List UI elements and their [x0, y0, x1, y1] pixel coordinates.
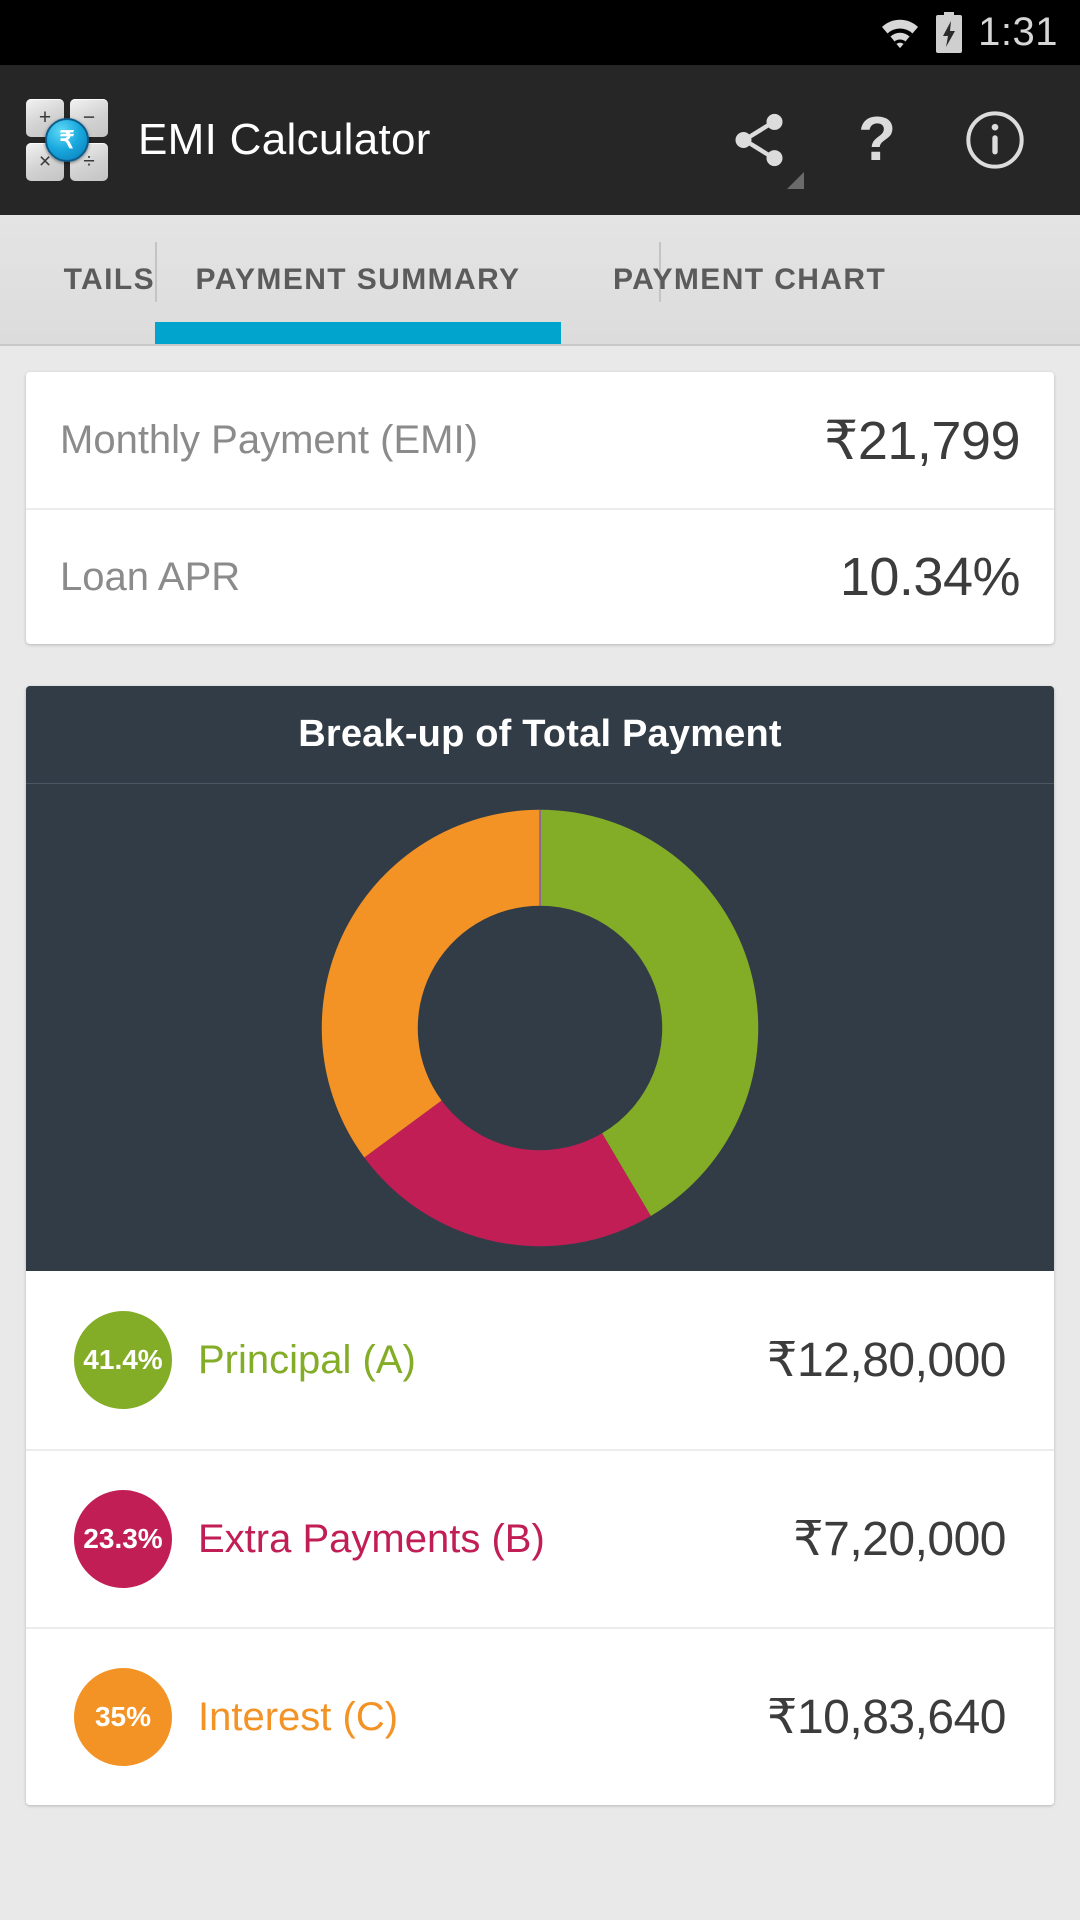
loan-apr-value: 10.34%	[839, 547, 1021, 607]
active-tab-indicator	[155, 322, 561, 344]
donut-chart[interactable]	[315, 803, 765, 1253]
legend-amount: ₹7,20,000	[793, 1513, 1006, 1566]
calculator-rupee-icon: + − × ÷ ₹	[26, 99, 108, 181]
chart-title-bar: Break-up of Total Payment	[26, 686, 1054, 784]
chart-title: Break-up of Total Payment	[298, 713, 782, 755]
legend-label: Extra Payments (B)	[198, 1516, 545, 1561]
share-button[interactable]	[700, 65, 818, 215]
main-content: Monthly Payment (EMI) ₹21,799 Loan APR 1…	[0, 372, 1080, 1805]
summary-card: Monthly Payment (EMI) ₹21,799 Loan APR 1…	[26, 372, 1054, 644]
donut-slice[interactable]	[321, 809, 540, 1157]
legend-row-principal[interactable]: 41.4% Principal (A) ₹12,80,000	[26, 1271, 1054, 1449]
share-icon	[728, 109, 790, 171]
legend-percent-badge: 35%	[74, 1668, 172, 1766]
action-bar: + − × ÷ ₹ EMI Calculator ?	[0, 65, 1080, 215]
row-loan-apr: Loan APR 10.34%	[26, 508, 1054, 644]
legend-amount: ₹12,80,000	[766, 1334, 1007, 1387]
tab-bar[interactable]: TAILS PAYMENT SUMMARY PAYMENT CHART	[0, 215, 1080, 346]
action-bar-actions: ?	[700, 65, 1054, 215]
legend-label: Interest (C)	[198, 1694, 399, 1739]
legend-percent-badge: 41.4%	[74, 1311, 172, 1409]
monthly-payment-label: Monthly Payment (EMI)	[60, 417, 478, 462]
loan-apr-label: Loan APR	[60, 554, 241, 599]
share-dropdown-triangle-icon	[787, 172, 804, 189]
breakup-chart-card: Break-up of Total Payment 41.4% Principa…	[26, 686, 1054, 1805]
info-icon	[963, 108, 1027, 172]
app-title: EMI Calculator	[138, 115, 431, 164]
help-button[interactable]: ?	[818, 65, 936, 215]
legend-amount: ₹10,83,640	[766, 1691, 1007, 1744]
legend-row-interest[interactable]: 35% Interest (C) ₹10,83,640	[26, 1627, 1054, 1805]
monthly-payment-value: ₹21,799	[823, 410, 1021, 471]
tab-loan-details[interactable]: TAILS	[0, 215, 155, 344]
battery-charging-icon	[934, 11, 964, 54]
clock-time: 1:31	[978, 10, 1058, 54]
tab-label: TAILS	[63, 262, 155, 296]
tab-payment-chart[interactable]: PAYMENT CHART	[561, 215, 1080, 344]
help-icon: ?	[858, 105, 896, 174]
row-monthly-payment: Monthly Payment (EMI) ₹21,799	[26, 372, 1054, 508]
tab-label: PAYMENT CHART	[613, 262, 887, 296]
legend-percent-badge: 23.3%	[74, 1490, 172, 1588]
rupee-icon: ₹	[45, 118, 89, 162]
tab-label: PAYMENT SUMMARY	[195, 262, 521, 296]
legend-label: Principal (A)	[198, 1337, 416, 1382]
wifi-icon	[880, 16, 920, 50]
chart-plot-area	[26, 784, 1054, 1271]
legend-row-extra-payments[interactable]: 23.3% Extra Payments (B) ₹7,20,000	[26, 1449, 1054, 1627]
status-bar: 1:31	[0, 0, 1080, 65]
info-button[interactable]	[936, 65, 1054, 215]
